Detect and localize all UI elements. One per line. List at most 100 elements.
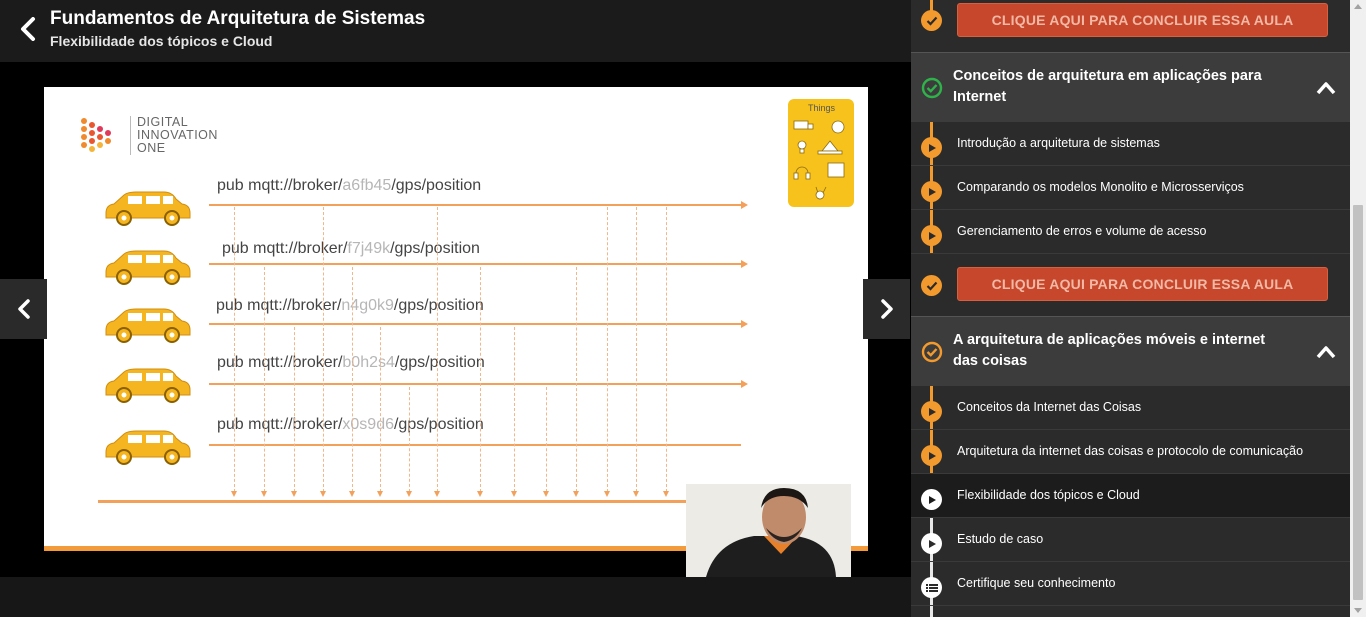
lesson-item[interactable]: Introdução a arquitetura de sistemas (911, 122, 1350, 166)
subscription-line (576, 267, 577, 492)
conclude-lesson-button[interactable]: CLIQUE AQUI PARA CONCLUIR ESSA AULA (957, 267, 1328, 301)
conclude-lesson-button[interactable]: CLIQUE AQUI PARA CONCLUIR ESSA AULA (957, 3, 1328, 37)
play-icon (921, 225, 942, 246)
check-icon (921, 275, 942, 296)
arrow-down-icon (320, 491, 326, 497)
module-header[interactable]: A arquitetura de aplicações móveis e int… (911, 316, 1350, 386)
topic-suffix: /gps/position (391, 177, 482, 194)
arrow-down-icon (434, 491, 440, 497)
instructor-avatar (686, 484, 851, 577)
play-icon (921, 401, 942, 422)
play-icon (921, 137, 942, 158)
lesson-item[interactable]: Conceitos da Internet das Coisas (911, 386, 1350, 430)
topic-label: pub mqtt://broker/f7j49k/gps/position (222, 240, 480, 258)
dio-logo-mark (81, 118, 111, 152)
check-circle-icon (921, 77, 943, 99)
topic-label: pub mqtt://broker/x0s9d6/gps/position (217, 416, 484, 434)
chevron-up-icon[interactable] (1316, 345, 1336, 359)
arrow-down-icon (543, 491, 549, 497)
lesson-item[interactable]: Estudo de caso (911, 518, 1350, 562)
lesson-title: Arquitetura da internet das coisas e pro… (957, 444, 1304, 458)
topic-line (209, 323, 741, 325)
subscription-line (323, 207, 324, 492)
module-header[interactable]: Conceitos de arquitetura em aplicações p… (911, 52, 1350, 122)
topic-suffix: /gps/position (393, 297, 484, 314)
arrow-right-icon (741, 201, 748, 209)
subscription-line (636, 207, 637, 492)
arrow-right-icon (741, 260, 748, 268)
chevron-left-icon (17, 299, 30, 319)
conclude-row: CLIQUE AQUI PARA CONCLUIR ESSA AULA (911, 0, 1350, 52)
sidebar-scrollbar[interactable] (1350, 0, 1366, 617)
topic-label: pub mqtt://broker/a6fb45/gps/position (217, 177, 481, 195)
play-icon (921, 489, 942, 510)
instructor-webcam (686, 484, 851, 577)
back-button[interactable] (14, 14, 42, 44)
device-id: x0s9d6 (342, 416, 394, 433)
arrow-down-icon (511, 491, 517, 497)
scroll-thumb[interactable] (1353, 205, 1363, 600)
lesson-title: Introdução a arquitetura de sistemas (957, 136, 1160, 150)
subscription-line (546, 387, 547, 492)
chevron-up-icon[interactable] (1316, 81, 1336, 95)
lesson-item[interactable]: Arquitetura da internet das coisas e pro… (911, 430, 1350, 474)
topic-line (209, 204, 741, 206)
lesson-title: Flexibilidade dos tópicos e Cloud (957, 488, 1140, 502)
topic-row: pub mqtt://broker/n4g0k9/gps/position (44, 288, 868, 343)
module-title: Conceitos de arquitetura em aplicações p… (953, 68, 1262, 105)
car-icon (105, 308, 191, 343)
dio-logo: DIGITAL INNOVATION ONE (80, 115, 218, 155)
subscription-line (234, 207, 235, 492)
subscription-line (409, 387, 410, 492)
dio-logo-text: DIGITAL INNOVATION ONE (130, 115, 218, 155)
logo-line: ONE (137, 140, 166, 155)
topic-row: pub mqtt://broker/b0h2s4/gps/position (44, 347, 868, 403)
subscription-line (380, 327, 381, 492)
course-title: Fundamentos de Arquitetura de Sistemas (50, 8, 426, 29)
arrow-down-icon (663, 491, 669, 497)
arrow-down-icon (349, 491, 355, 497)
play-icon (921, 445, 942, 466)
topic-label: pub mqtt://broker/n4g0k9/gps/position (216, 297, 484, 315)
scroll-down-arrow-icon[interactable] (1354, 608, 1362, 613)
lesson-item[interactable]: Gerenciamento de erros e volume de acess… (911, 210, 1350, 254)
arrow-right-icon (741, 380, 748, 388)
car-icon (105, 250, 191, 285)
car-icon (105, 191, 191, 226)
arrow-down-icon (633, 491, 639, 497)
logo-line: INNOVATION (137, 127, 218, 142)
topic-prefix: pub mqtt://broker/ (222, 240, 348, 257)
next-lesson-button[interactable] (863, 279, 910, 339)
topic-label: pub mqtt://broker/b0h2s4/gps/position (217, 354, 485, 372)
subscription-line (666, 207, 667, 492)
subscription-line (437, 207, 438, 492)
lesson-item[interactable]: Comparando os modelos Monolito e Micross… (911, 166, 1350, 210)
chevron-left-icon (21, 17, 35, 41)
video-player-area: Fundamentos de Arquitetura de Sistemas F… (0, 0, 911, 617)
scroll-up-arrow-icon[interactable] (1354, 4, 1362, 9)
check-circle-icon (921, 341, 943, 363)
play-icon (921, 181, 942, 202)
check-icon (921, 10, 942, 31)
presentation-slide: DIGITAL INNOVATION ONE Things pub mqtt:/… (44, 87, 868, 551)
lesson-item-current[interactable]: Flexibilidade dos tópicos e Cloud (911, 474, 1350, 518)
device-id: f7j49k (347, 240, 391, 257)
list-icon (921, 577, 942, 598)
player-controls-strip (0, 577, 911, 617)
lesson-item[interactable]: Certifique seu conhecimento (911, 562, 1350, 606)
car-icon (105, 368, 191, 403)
lesson-title: Estudo de caso (957, 532, 1044, 546)
previous-lesson-button[interactable] (0, 279, 47, 339)
player-header: Fundamentos de Arquitetura de Sistemas F… (0, 0, 911, 62)
lesson-title: Comparando os modelos Monolito e Micross… (957, 180, 1244, 194)
arrow-down-icon (261, 491, 267, 497)
topic-line (209, 383, 741, 385)
arrow-right-icon (741, 320, 748, 328)
app-root: Fundamentos de Arquitetura de Sistemas F… (0, 0, 1366, 617)
subscription-line (514, 327, 515, 492)
arrow-down-icon (604, 491, 610, 497)
device-id: n4g0k9 (341, 297, 394, 314)
chevron-right-icon (880, 299, 893, 319)
topic-line (209, 444, 741, 446)
play-icon (921, 533, 942, 554)
